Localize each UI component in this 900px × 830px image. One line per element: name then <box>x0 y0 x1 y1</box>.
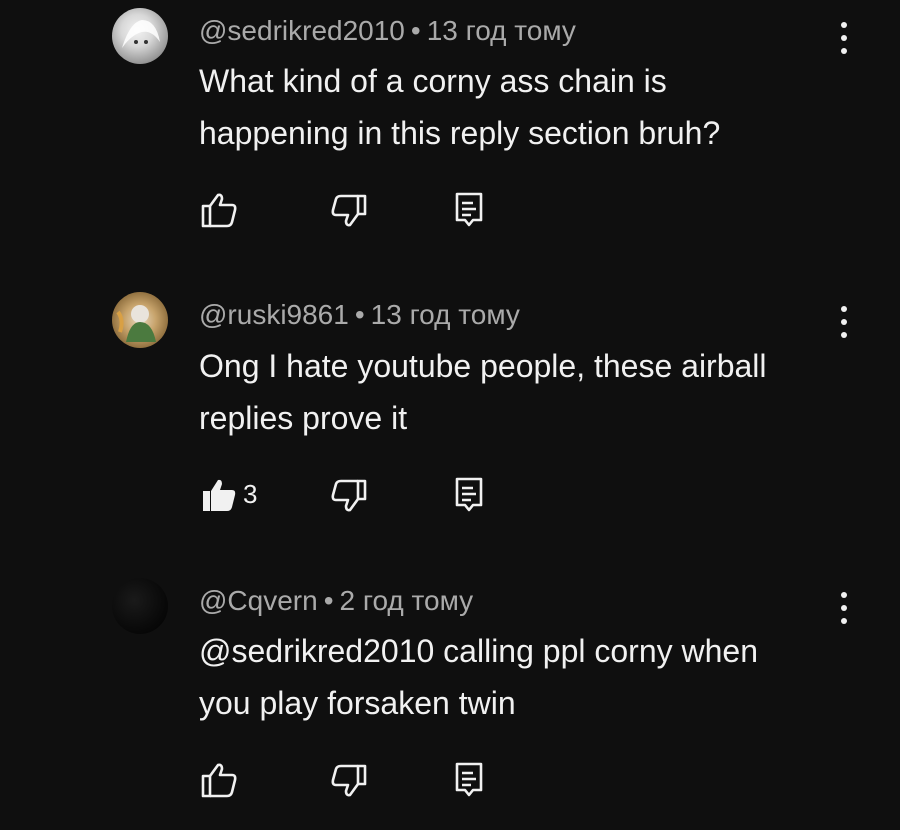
comment-text: What kind of a corny ass chain is happen… <box>199 55 839 159</box>
reply-icon <box>455 477 483 512</box>
comment-line: you play forsaken twin <box>199 685 516 721</box>
more-vert-icon[interactable] <box>832 18 856 58</box>
comment-time[interactable]: 2 год тому <box>340 585 474 616</box>
author-name[interactable]: @sedrikred2010 <box>199 15 405 46</box>
thumb-down-outline-icon <box>331 479 367 512</box>
comment-meta: @Cqvern • 2 год тому <box>199 584 473 618</box>
reply-button[interactable] <box>449 190 489 230</box>
meta-separator: • <box>410 15 421 46</box>
thumb-down-outline-icon <box>331 194 367 227</box>
reply-icon <box>455 762 483 797</box>
dislike-button[interactable] <box>329 760 369 800</box>
thumb-down-outline-icon <box>331 764 367 797</box>
author-name[interactable]: @Cqvern <box>199 585 318 616</box>
comment-actions <box>199 760 519 800</box>
comment-time[interactable]: 13 год тому <box>427 15 576 46</box>
like-button[interactable] <box>199 760 239 800</box>
like-button[interactable] <box>199 190 239 230</box>
more-vert-icon[interactable] <box>832 302 856 342</box>
author-name[interactable]: @ruski9861 <box>199 299 349 330</box>
comment-actions <box>199 190 519 230</box>
comment-line: @sedrikred2010 calling ppl corny when <box>199 633 759 669</box>
comment-time[interactable]: 13 год тому <box>371 299 520 330</box>
comment-meta: @ruski9861 • 13 год тому <box>199 298 520 332</box>
meta-separator: • <box>354 299 365 330</box>
comment-line: happening in this reply section bruh? <box>199 115 721 151</box>
comment-actions: 3 <box>199 475 519 515</box>
comment-text: @sedrikred2010 calling ppl corny when yo… <box>199 625 839 729</box>
meta-separator: • <box>323 585 334 616</box>
reply-button[interactable] <box>449 760 489 800</box>
dislike-button[interactable] <box>329 475 369 515</box>
more-vert-icon[interactable] <box>832 588 856 628</box>
comment-line: What kind of a corny ass chain is <box>199 63 667 99</box>
avatar[interactable] <box>112 292 168 348</box>
thumb-up-outline-icon <box>201 193 237 228</box>
reply-button[interactable] <box>449 475 489 515</box>
comment-meta: @sedrikred2010 • 13 год тому <box>199 14 576 48</box>
comment-line: replies prove it <box>199 400 408 436</box>
reply-icon <box>455 192 483 227</box>
avatar[interactable] <box>112 8 168 64</box>
comment-text: Ong I hate youtube people, these airball… <box>199 340 839 444</box>
thumb-up-filled-icon <box>203 479 236 511</box>
dislike-button[interactable] <box>329 190 369 230</box>
comment-line: Ong I hate youtube people, these airball <box>199 348 767 384</box>
like-count: 3 <box>243 479 258 509</box>
like-button[interactable] <box>199 475 239 515</box>
thumb-up-outline-icon <box>201 763 237 798</box>
avatar[interactable] <box>112 578 168 634</box>
